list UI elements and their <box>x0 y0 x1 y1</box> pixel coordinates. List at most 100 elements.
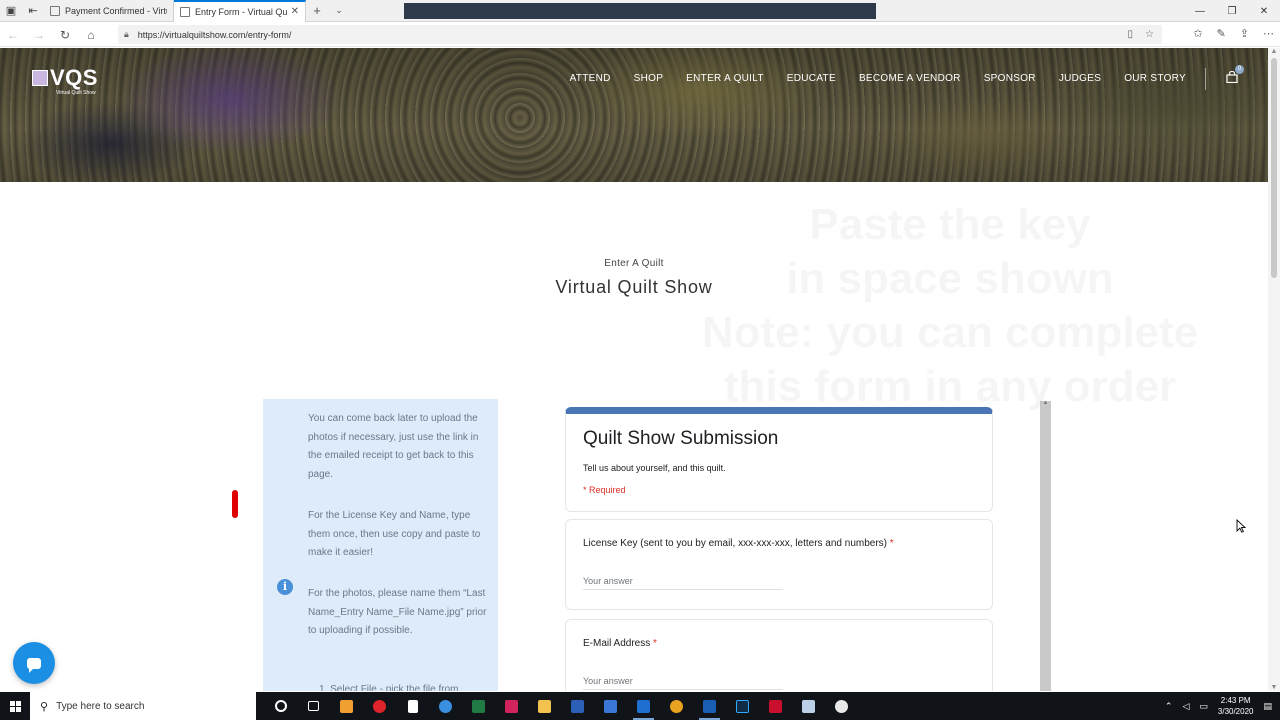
chat-bubble-icon <box>27 657 41 673</box>
tab-payment-confirmed[interactable]: Payment Confirmed - Virtua <box>44 0 174 22</box>
time: 2:43 PM <box>1220 696 1251 705</box>
form-description: Tell us about yourself, and this quilt. <box>583 463 726 473</box>
info-paragraph: 1. Select File - pick the file from <box>319 684 459 691</box>
tab-label: Entry Form - Virtual Qui <box>195 6 287 17</box>
task-view-icon[interactable] <box>297 692 330 720</box>
forward-icon[interactable]: → <box>26 23 52 47</box>
overlay-line: this form in any order <box>640 360 1260 414</box>
start-button[interactable] <box>0 692 30 720</box>
home-icon[interactable]: ⌂ <box>78 23 104 47</box>
email-question: E-Mail Address * Your answer <box>565 619 993 691</box>
taskbar-search[interactable]: ⚲ Type here to search <box>30 692 256 720</box>
nav-divider <box>1205 68 1206 90</box>
license-key-label: License Key (sent to you by email, xxx-x… <box>583 538 888 549</box>
volume-icon[interactable]: ◁ <box>1182 701 1189 712</box>
nav-attend[interactable]: ATTEND <box>570 73 611 84</box>
windows-logo-icon <box>9 700 21 712</box>
main-nav: ATTEND SHOP ENTER A QUILT EDUCATE BECOME… <box>570 73 1186 84</box>
info-paragraph: For the License Key and Name, type them … <box>308 510 481 559</box>
search-icon: ⚲ <box>40 700 49 713</box>
annotation-marker <box>232 490 238 518</box>
favorites-icon[interactable]: ✩ <box>1193 27 1202 40</box>
share-icon[interactable]: ⇪ <box>1240 27 1249 40</box>
refresh-icon[interactable]: ↻ <box>52 23 78 47</box>
close-window-icon[interactable]: ✕ <box>1248 0 1280 22</box>
minimize-icon[interactable]: — <box>1184 0 1216 22</box>
mcafee-icon[interactable] <box>759 692 792 720</box>
nav-enter-a-quilt[interactable]: ENTER A QUILT <box>686 73 764 84</box>
required-note: * Required <box>583 485 626 495</box>
favorite-star-icon[interactable]: ☆ <box>1145 29 1154 40</box>
lock-icon: 🔒︎ <box>124 29 129 39</box>
outlook-icon[interactable] <box>693 692 726 720</box>
info-icon: i <box>277 579 293 595</box>
tab-entry-form[interactable]: Entry Form - Virtual Qui ✕ <box>174 0 306 22</box>
tab-list-chevron-icon[interactable]: ⌄ <box>328 5 350 16</box>
reading-view-icon[interactable]: ▯ <box>1128 29 1134 40</box>
file-explorer-icon[interactable] <box>528 692 561 720</box>
opera-icon[interactable] <box>363 692 396 720</box>
new-tab-icon[interactable]: + <box>306 3 328 18</box>
back-icon[interactable]: ← <box>0 23 26 47</box>
cart-button[interactable]: 0 <box>1226 65 1244 83</box>
browser-tab-bar: ▣ ⇤ Payment Confirmed - Virtua Entry For… <box>0 0 1280 22</box>
scroll-down-icon[interactable]: ▼ <box>1268 684 1280 691</box>
hero-banner <box>0 48 1268 182</box>
more-icon[interactable]: ⋯ <box>1263 27 1274 40</box>
indesign-icon[interactable] <box>495 692 528 720</box>
chat-button[interactable] <box>13 642 55 684</box>
email-input[interactable]: Your answer <box>583 672 783 690</box>
window-controls: — ❐ ✕ <box>1184 0 1280 22</box>
tab-actions-icon[interactable]: ▣ <box>0 0 22 22</box>
todo-icon[interactable] <box>594 692 627 720</box>
pinned-apps <box>264 692 858 720</box>
form-header-card: Quilt Show Submission Tell us about your… <box>565 407 993 512</box>
url-text: https://virtualquiltshow.com/entry-form/ <box>137 29 292 40</box>
back-tabs-icon[interactable]: ⇤ <box>22 0 44 22</box>
tab-label: Payment Confirmed - Virtua <box>65 5 167 16</box>
nav-become-a-vendor[interactable]: BECOME A VENDOR <box>859 73 961 84</box>
search-placeholder: Type here to search <box>56 700 145 712</box>
nav-judges[interactable]: JUDGES <box>1059 73 1101 84</box>
nav-educate[interactable]: EDUCATE <box>787 73 836 84</box>
overlay-line: Note: you can complete <box>640 306 1260 360</box>
photoshop-icon[interactable] <box>726 692 759 720</box>
excel-icon[interactable] <box>462 692 495 720</box>
close-tab-icon[interactable]: ✕ <box>291 6 299 17</box>
document-icon[interactable] <box>396 692 429 720</box>
logo-quilt-icon <box>32 70 48 86</box>
scroll-up-icon[interactable]: ▲ <box>1268 48 1280 55</box>
pen-icon[interactable]: ✎ <box>1217 27 1226 40</box>
instructions-panel: You can come back later to upload the ph… <box>263 399 498 691</box>
license-key-input[interactable]: Your answer <box>583 572 783 590</box>
scrollbar-thumb[interactable] <box>1271 58 1277 278</box>
app-icon[interactable] <box>825 692 858 720</box>
browser-icon[interactable] <box>429 692 462 720</box>
clock[interactable]: 2:43 PM 3/30/2020 <box>1218 695 1254 717</box>
network-icon[interactable]: ▭ <box>1199 701 1208 712</box>
nav-our-story[interactable]: OUR STORY <box>1124 73 1186 84</box>
chevron-up-icon[interactable]: ⌃ <box>1165 701 1173 712</box>
restore-icon[interactable]: ❐ <box>1216 0 1248 22</box>
form-scrollbar[interactable]: ▲ <box>1040 400 1051 691</box>
notifications-icon[interactable]: ▤ <box>1263 701 1272 712</box>
site-logo[interactable]: VQS Virtual Quilt Show <box>32 67 98 96</box>
edge-icon[interactable] <box>627 692 660 720</box>
word-icon[interactable] <box>561 692 594 720</box>
question-label: E-Mail Address * <box>583 638 657 649</box>
info-paragraph: You can come back later to upload the ph… <box>308 413 479 480</box>
question-label: License Key (sent to you by email, xxx-x… <box>583 538 894 549</box>
web-page: VQS Virtual Quilt Show ATTEND SHOP ENTER… <box>0 48 1268 691</box>
page-scrollbar[interactable]: ▲ ▼ <box>1268 48 1280 691</box>
store-icon[interactable] <box>330 692 363 720</box>
required-star: * <box>889 538 894 549</box>
cortana-icon[interactable] <box>264 692 297 720</box>
url-field[interactable]: 🔒︎ https://virtualquiltshow.com/entry-fo… <box>118 25 1162 44</box>
chrome-icon[interactable] <box>660 692 693 720</box>
address-bar: ← → ↻ ⌂ 🔒︎ https://virtualquiltshow.com/… <box>0 23 1280 47</box>
title-bar-strip <box>404 3 876 19</box>
nav-shop[interactable]: SHOP <box>634 73 664 84</box>
notes-icon[interactable] <box>792 692 825 720</box>
nav-sponsor[interactable]: SPONSOR <box>984 73 1036 84</box>
cart-count-badge: 0 <box>1235 65 1244 74</box>
